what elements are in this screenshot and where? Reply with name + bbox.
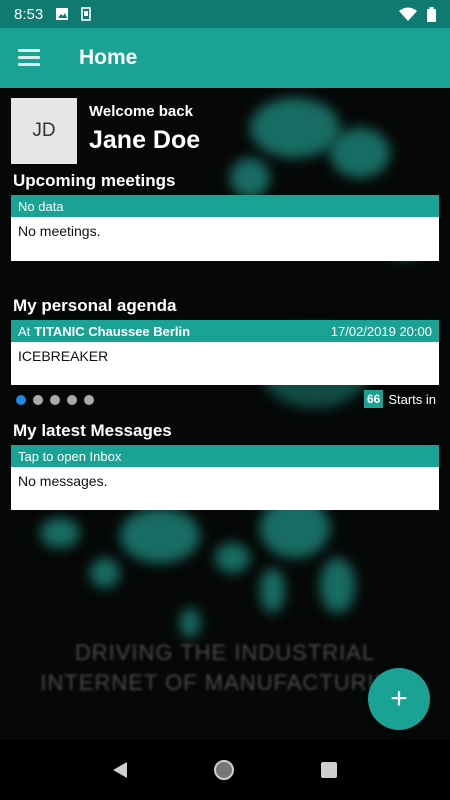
pager-dot[interactable] [84, 395, 94, 405]
agenda-card-header: At TITANIC Chaussee Berlin 17/02/2019 20… [11, 320, 439, 342]
recent-apps-icon[interactable] [320, 762, 337, 778]
user-name: Jane Doe [89, 126, 201, 154]
starts-count-badge: 66 [363, 390, 384, 408]
meetings-card[interactable]: No data No meetings. [11, 195, 439, 261]
starts-in: 66 Starts in [363, 390, 436, 408]
background-text-line1: DRIVING THE INDUSTRIAL [74, 640, 376, 665]
pager-dot[interactable] [16, 395, 26, 405]
home-icon[interactable] [213, 760, 234, 780]
meetings-card-header: No data [11, 195, 439, 217]
agenda-title: My personal agenda [13, 296, 177, 315]
status-bar: 8:53 [0, 0, 450, 28]
messages-card[interactable]: Tap to open Inbox No messages. [11, 445, 439, 510]
agenda-at-label: At [18, 323, 31, 339]
pager-dot[interactable] [50, 395, 60, 405]
agenda-datetime: 17/02/2019 20:00 [330, 323, 432, 339]
welcome-text: Welcome back [89, 103, 193, 120]
page-title: Home [79, 46, 138, 69]
agenda-pager[interactable] [16, 395, 94, 405]
agenda-card[interactable]: At TITANIC Chaussee Berlin 17/02/2019 20… [11, 320, 439, 385]
system-nav-bar [0, 740, 450, 800]
sim-icon [81, 7, 92, 21]
add-button[interactable]: + [368, 668, 430, 730]
pager-dot[interactable] [67, 395, 77, 405]
plus-icon: + [390, 682, 408, 715]
back-icon[interactable] [113, 762, 128, 778]
meetings-title: Upcoming meetings [13, 171, 176, 190]
image-icon [56, 8, 69, 20]
status-time: 8:53 [14, 5, 44, 23]
avatar[interactable]: JD [11, 98, 77, 164]
app-bar: Home [0, 28, 450, 88]
wifi-icon [399, 7, 417, 21]
meetings-card-body: No meetings. [18, 223, 101, 239]
profile-header: JD Welcome back Jane Doe [11, 98, 200, 164]
messages-title: My latest Messages [13, 421, 172, 440]
battery-icon [427, 6, 436, 22]
messages-card-header[interactable]: Tap to open Inbox [11, 445, 439, 467]
messages-card-body: No messages. [18, 473, 108, 489]
agenda-location: TITANIC Chaussee Berlin [34, 323, 191, 339]
pager-dot[interactable] [33, 395, 43, 405]
agenda-event: ICEBREAKER [18, 348, 109, 364]
menu-icon[interactable] [18, 49, 42, 67]
starts-label: Starts in [388, 391, 436, 407]
